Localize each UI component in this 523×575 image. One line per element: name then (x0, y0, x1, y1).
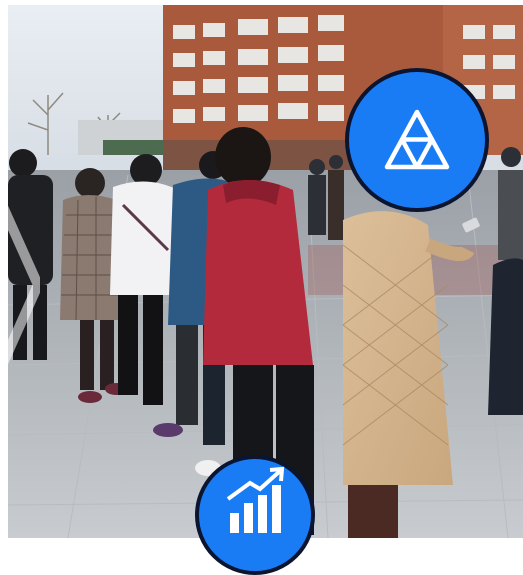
person-right-edge (488, 258, 523, 415)
triangle-icon (384, 109, 450, 170)
growth-chart-icon (226, 466, 285, 533)
green-hedge (103, 140, 163, 155)
growth-chart-badge (195, 455, 315, 575)
triangle-badge (345, 68, 489, 212)
